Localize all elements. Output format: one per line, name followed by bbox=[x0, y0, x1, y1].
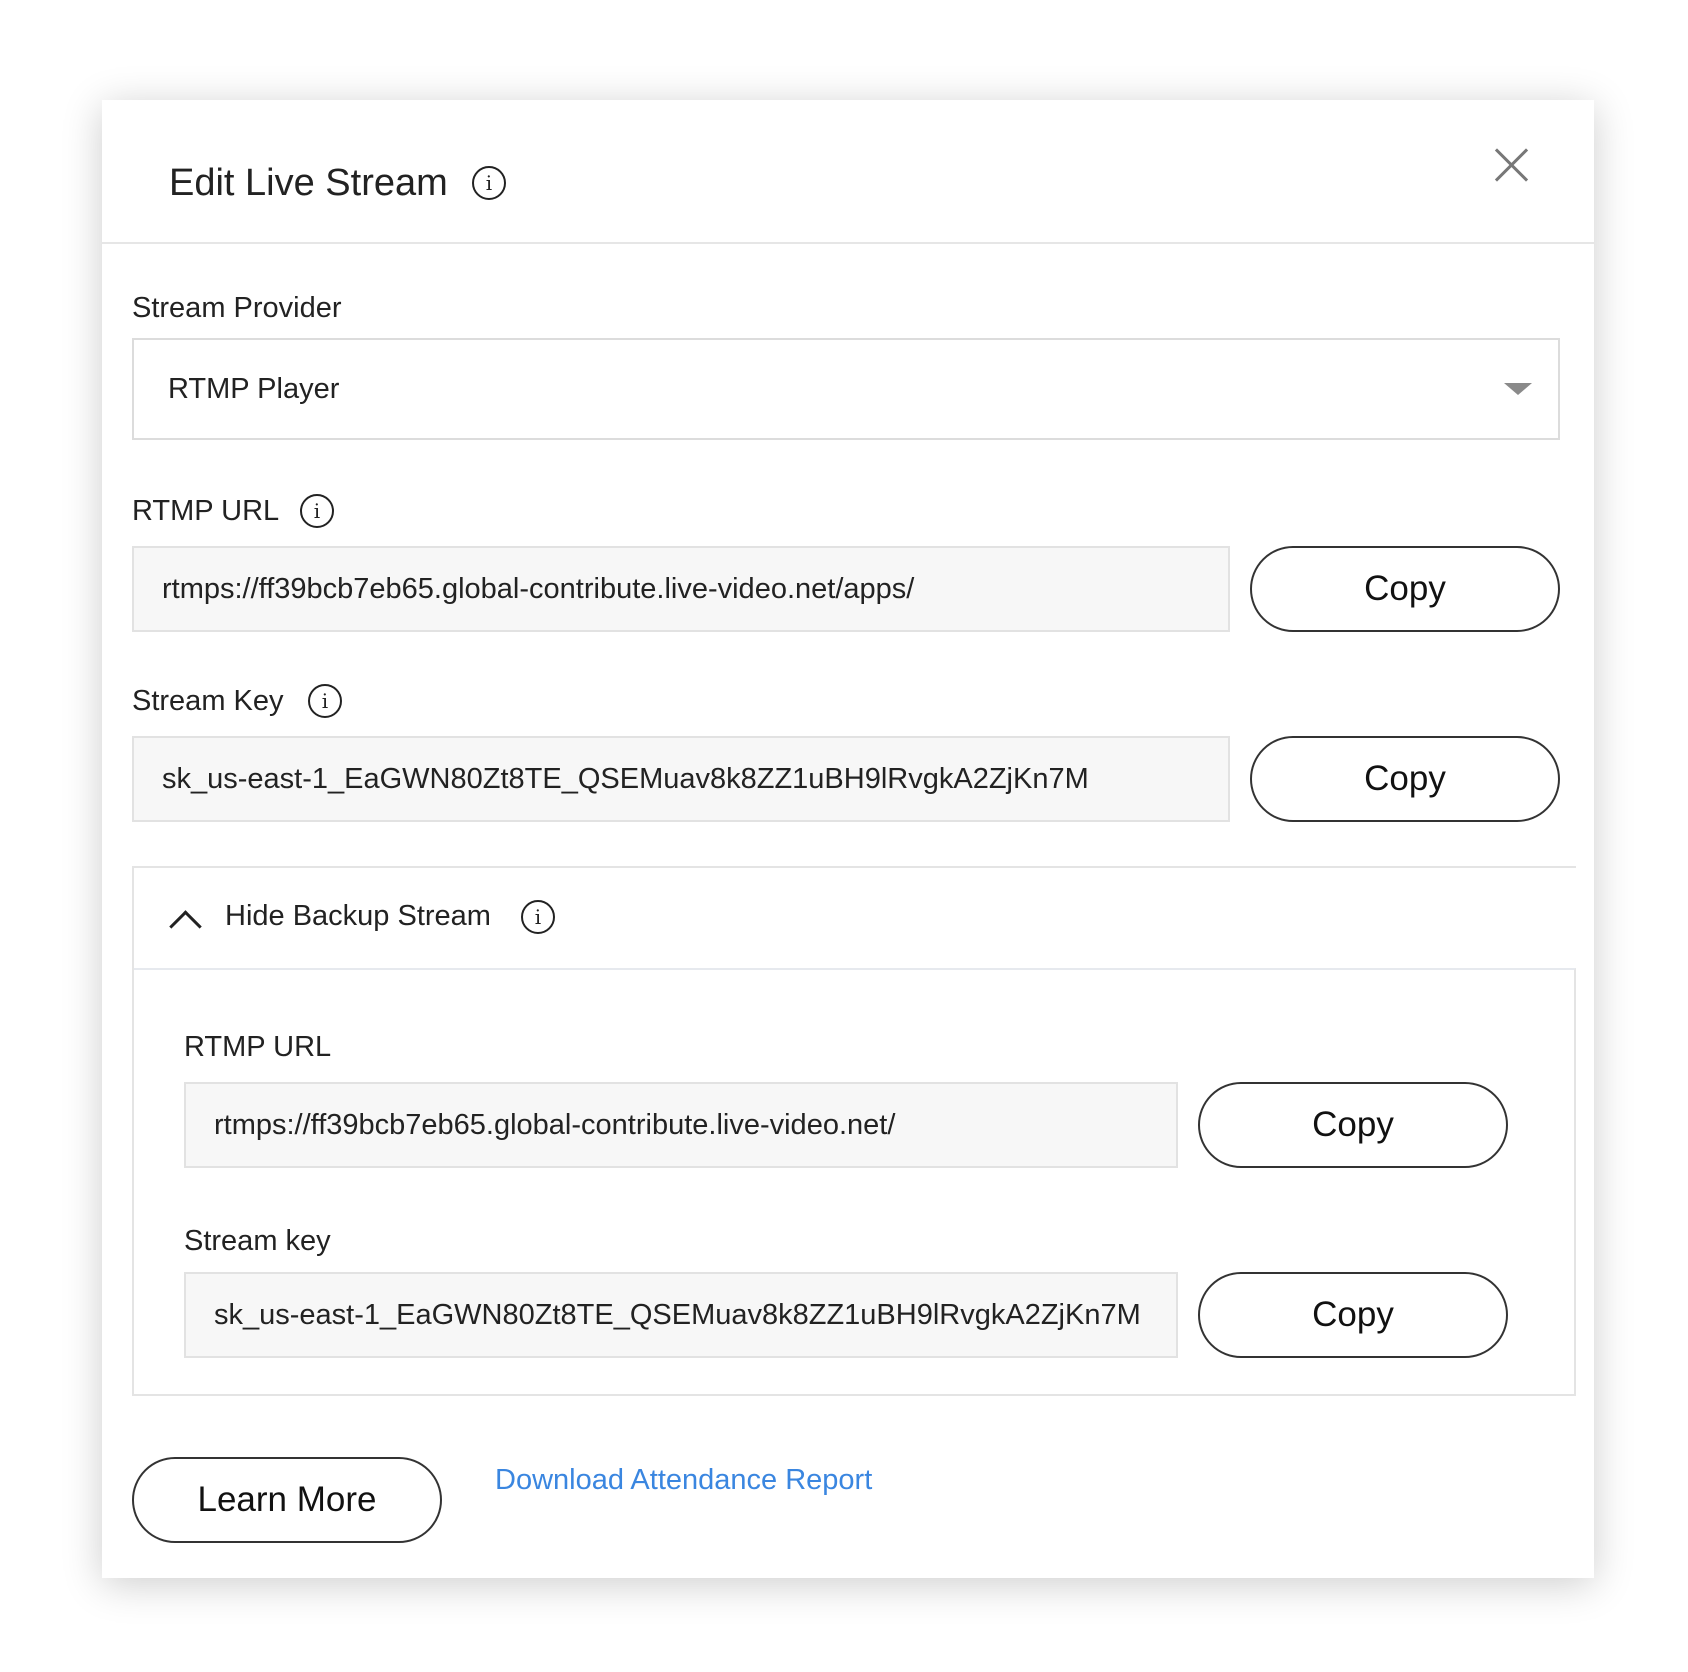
copy-stream-key-button[interactable]: Copy bbox=[1250, 736, 1560, 822]
hide-backup-stream-toggle[interactable]: Hide Backup Stream bbox=[134, 868, 694, 966]
edit-live-stream-dialog: Edit Live Stream i Stream Provider RTMP … bbox=[102, 100, 1594, 1578]
stream-provider-label: Stream Provider bbox=[132, 292, 342, 324]
rtmp-url-field[interactable]: rtmps://ff39bcb7eb65.global-contribute.l… bbox=[132, 546, 1230, 632]
stream-provider-select[interactable]: RTMP Player bbox=[132, 338, 1560, 440]
backup-stream-body: RTMP URL rtmps://ff39bcb7eb65.global-con… bbox=[134, 968, 1576, 1396]
copy-backup-rtmp-url-button[interactable]: Copy bbox=[1198, 1082, 1508, 1168]
chevron-down-icon bbox=[1504, 383, 1532, 395]
backup-rtmp-url-label: RTMP URL bbox=[184, 1031, 332, 1063]
copy-backup-stream-key-button[interactable]: Copy bbox=[1198, 1272, 1508, 1358]
stream-provider-value: RTMP Player bbox=[168, 373, 340, 405]
chevron-up-icon bbox=[169, 910, 202, 943]
dialog-title: Edit Live Stream bbox=[169, 162, 448, 204]
backup-stream-key-field[interactable]: sk_us-east-1_EaGWN80Zt8TE_QSEMuav8k8ZZ1u… bbox=[184, 1272, 1178, 1358]
info-icon[interactable]: i bbox=[300, 494, 334, 528]
backup-stream-panel: Hide Backup Stream i RTMP URL rtmps://ff… bbox=[132, 866, 1576, 1396]
download-attendance-report-link[interactable]: Download Attendance Report bbox=[495, 1460, 872, 1500]
dialog-header: Edit Live Stream i bbox=[102, 100, 1594, 244]
stream-key-label: Stream Key bbox=[132, 685, 284, 717]
hide-backup-stream-label: Hide Backup Stream bbox=[225, 900, 491, 932]
backup-stream-key-label: Stream key bbox=[184, 1225, 331, 1257]
stream-key-field[interactable]: sk_us-east-1_EaGWN80Zt8TE_QSEMuav8k8ZZ1u… bbox=[132, 736, 1230, 822]
learn-more-button[interactable]: Learn More bbox=[132, 1457, 442, 1543]
info-icon[interactable]: i bbox=[472, 166, 506, 200]
rtmp-url-label: RTMP URL bbox=[132, 495, 280, 527]
info-icon[interactable]: i bbox=[521, 900, 555, 934]
close-icon[interactable] bbox=[1492, 145, 1532, 185]
copy-rtmp-url-button[interactable]: Copy bbox=[1250, 546, 1560, 632]
info-icon[interactable]: i bbox=[308, 684, 342, 718]
backup-rtmp-url-field[interactable]: rtmps://ff39bcb7eb65.global-contribute.l… bbox=[184, 1082, 1178, 1168]
